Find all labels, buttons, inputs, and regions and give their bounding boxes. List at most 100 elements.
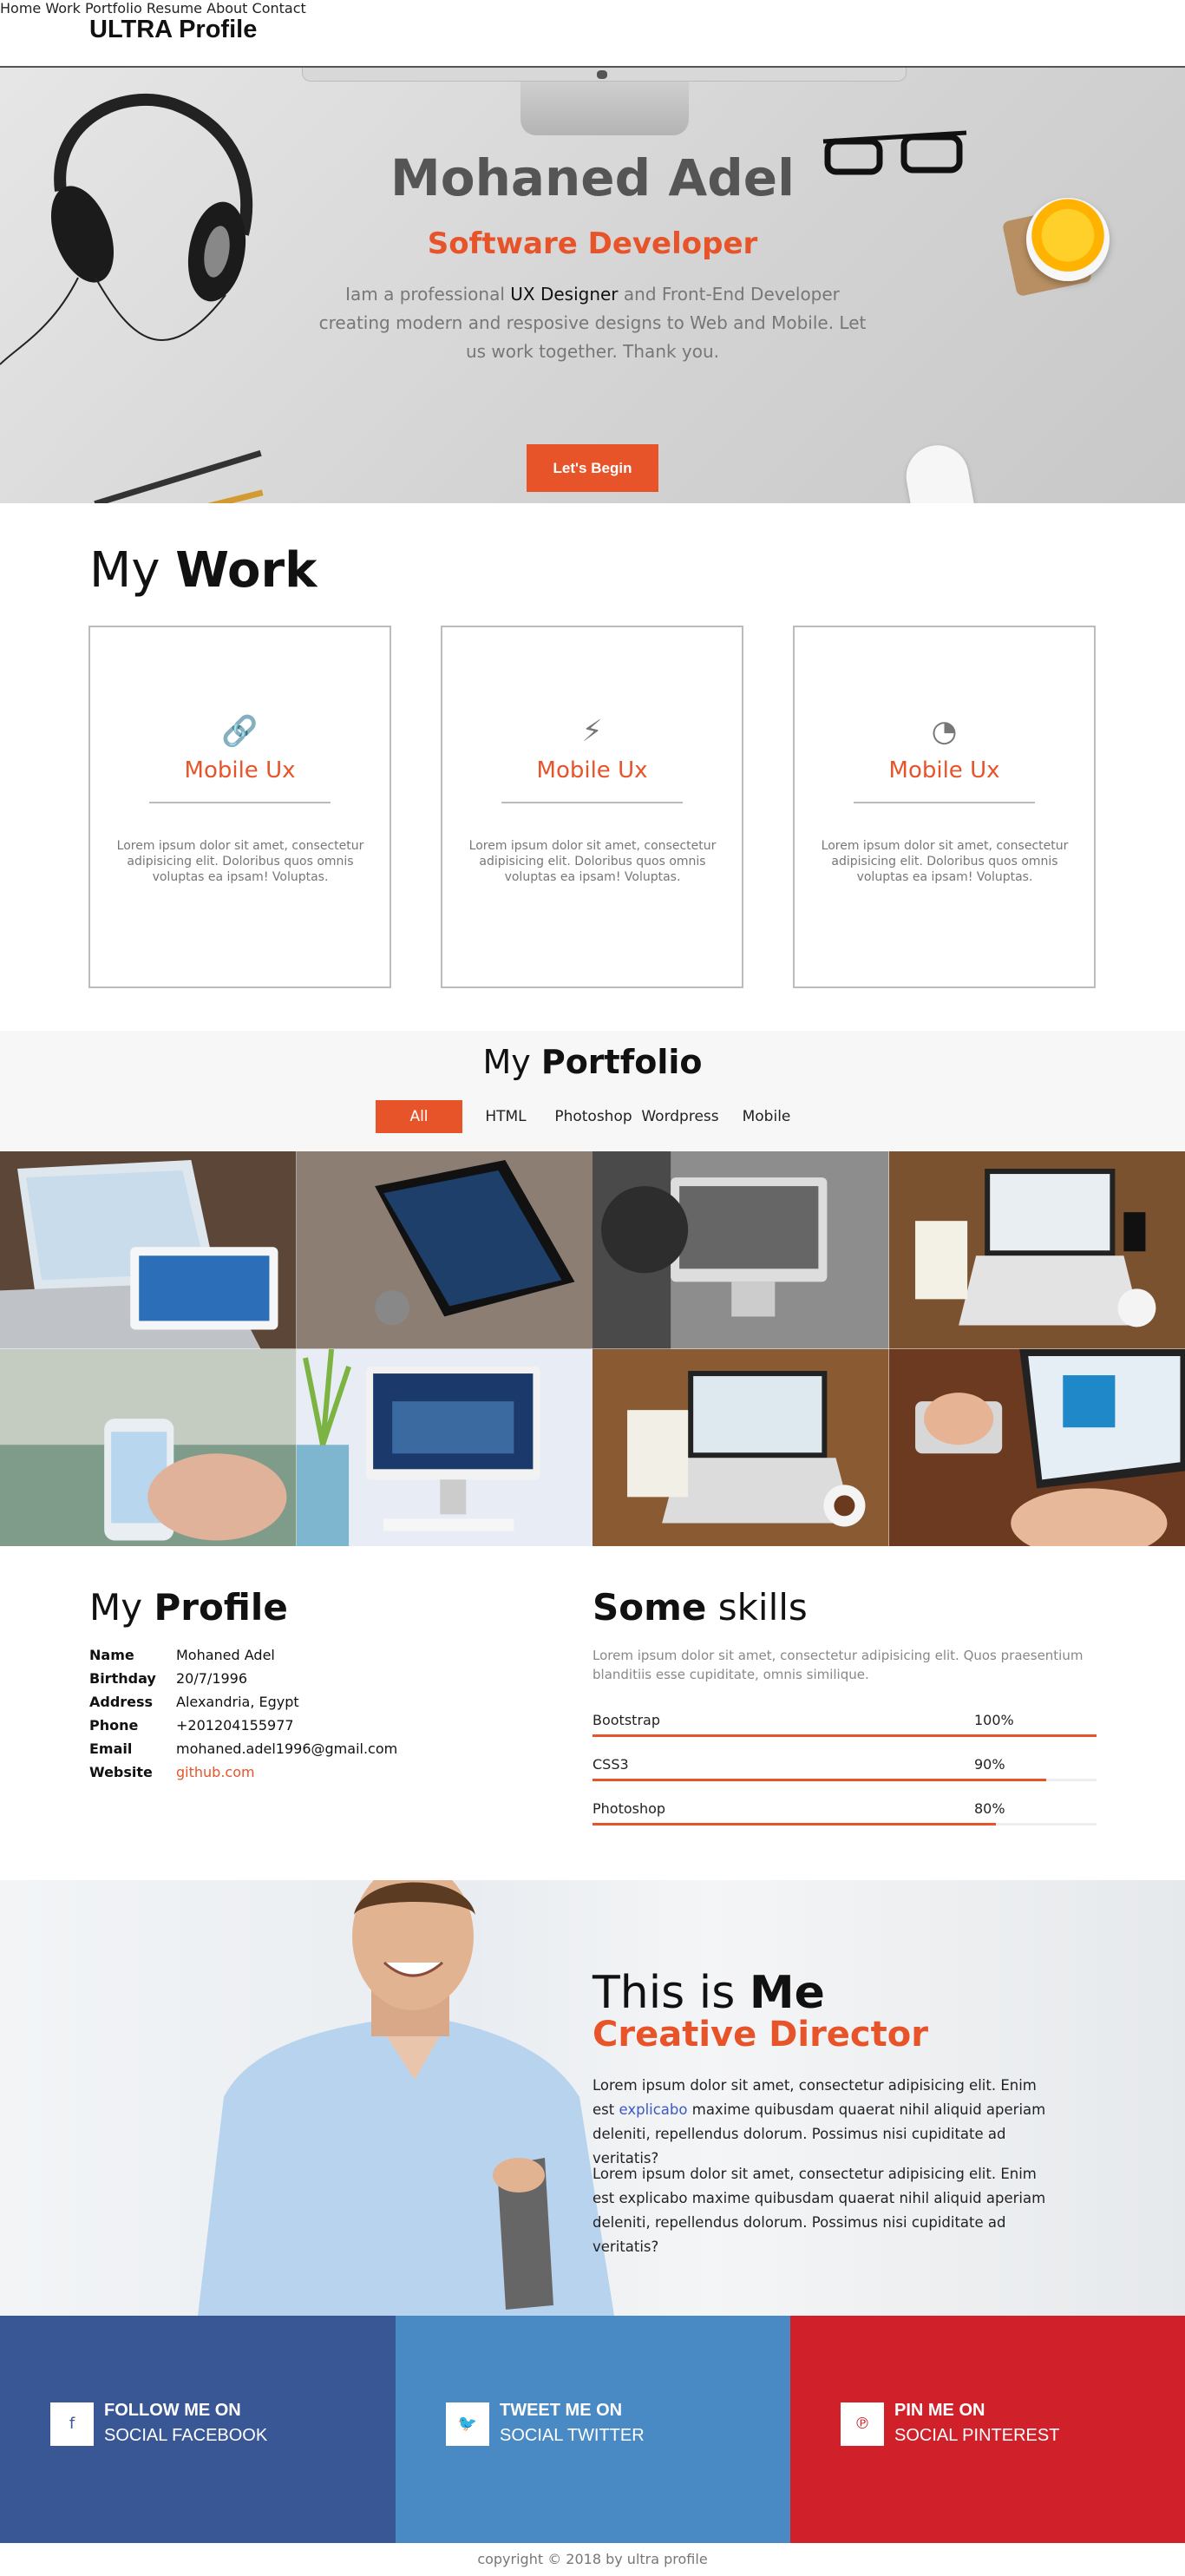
skill-css3: CSS3 90% [592, 1756, 1097, 1791]
work-card[interactable]: ⚡ Mobile Ux Lorem ipsum dolor sit amet, … [441, 626, 743, 988]
nav-item-home[interactable]: Home [0, 0, 41, 16]
about-paragraph: Lorem ipsum dolor sit amet, consectetur … [592, 2166, 1046, 2255]
bolt-icon: ⚡ [581, 714, 603, 749]
nav-item-contact[interactable]: Contact [252, 0, 306, 16]
nav-item-work[interactable]: Work [45, 0, 81, 16]
hero-section: Mohaned Adel Software Developer Iam a pr… [0, 68, 1185, 503]
pinterest-icon: ℗ [841, 2402, 884, 2446]
portfolio-item[interactable] [888, 1151, 1185, 1349]
portfolio-grid [0, 1151, 1185, 1546]
hero-text-highlight: UX Designer [510, 284, 619, 305]
work-card[interactable]: ◔ Mobile Ux Lorem ipsum dolor sit amet, … [793, 626, 1096, 988]
skill-percent: 100% [974, 1712, 1014, 1728]
social-twitter-block[interactable]: 🐦 TWEET ME ON SOCIAL TWITTER [396, 2316, 790, 2543]
work-card[interactable]: 🔗 Mobile Ux Lorem ipsum dolor sit amet, … [88, 626, 391, 988]
portfolio-item[interactable] [888, 1348, 1185, 1546]
work-card-divider [149, 802, 331, 803]
skill-percent: 80% [974, 1800, 1005, 1817]
portfolio-item[interactable] [592, 1348, 889, 1546]
title-light: My [89, 542, 176, 599]
social-line2: SOCIAL FACEBOOK [104, 2426, 268, 2445]
footer-copyright: copyright © 2018 by ultra profile [0, 2543, 1185, 2576]
filter-photoshop[interactable]: Photoshop [551, 1100, 636, 1133]
explicabo-link[interactable]: explicabo [619, 2101, 687, 2118]
about-section: This is Me Creative Director Lorem ipsum… [0, 1880, 1185, 2316]
title-bold: Profile [154, 1586, 288, 1629]
skill-bar-fill [592, 1779, 1046, 1781]
work-card-description: Lorem ipsum dolor sit amet, consectetur … [116, 839, 364, 884]
skill-name: Photoshop [592, 1800, 666, 1817]
title-light: skills [706, 1586, 808, 1629]
skill-photoshop: Photoshop 80% [592, 1800, 1097, 1835]
twitter-icon: 🐦 [446, 2402, 489, 2446]
profile-value: mohaned.adel1996@gmail.com [176, 1740, 398, 1757]
portfolio-title: My Portfolio [0, 1043, 1185, 1081]
skill-track [592, 1779, 1097, 1781]
link-icon: 🔗 [221, 714, 259, 749]
skill-track [592, 1823, 1097, 1825]
portfolio-item[interactable] [296, 1348, 592, 1546]
portfolio-item[interactable] [296, 1151, 592, 1349]
hero-text-part: Iam a professional [345, 284, 511, 305]
profile-value: Alexandria, Egypt [176, 1694, 299, 1710]
nav-item-about[interactable]: About [206, 0, 247, 16]
facebook-icon: f [50, 2402, 94, 2446]
filter-mobile[interactable]: Mobile [734, 1100, 799, 1133]
work-card-description: Lorem ipsum dolor sit amet, consectetur … [821, 839, 1069, 884]
profile-value: 20/7/1996 [176, 1670, 248, 1687]
nav-item-resume[interactable]: Resume [147, 0, 202, 16]
profile-key: Name [89, 1647, 134, 1663]
work-card-description: Lorem ipsum dolor sit amet, consectetur … [468, 839, 717, 884]
portfolio-item[interactable] [0, 1348, 297, 1546]
title-bold: Portfolio [540, 1043, 703, 1081]
profile-value: Mohaned Adel [176, 1647, 275, 1663]
hero-description: Iam a professional UX Designer and Front… [312, 280, 873, 366]
social-line2: SOCIAL TWITTER [500, 2426, 645, 2445]
brand-logo[interactable]: ULTRA Profile [89, 16, 257, 44]
filter-all[interactable]: All [376, 1100, 462, 1133]
nav-item-portfolio[interactable]: Portfolio [85, 0, 142, 16]
portfolio-header: My Portfolio All HTML Photoshop Wordpres… [0, 1031, 1185, 1151]
title-light: This is [592, 1967, 750, 2019]
work-card-title: Mobile Ux [536, 757, 648, 783]
profile-key: Website [89, 1764, 153, 1780]
skill-track [592, 1734, 1097, 1737]
mouse-decoration [900, 440, 980, 503]
website-link[interactable]: github.com [176, 1764, 255, 1780]
social-pinterest-block[interactable]: ℗ PIN ME ON SOCIAL PINTEREST [790, 2316, 1185, 2543]
profile-key: Address [89, 1694, 154, 1710]
profile-key: Birthday [89, 1670, 156, 1687]
skill-name: Bootstrap [592, 1712, 660, 1728]
lets-begin-button[interactable]: Let's Begin [527, 444, 658, 492]
social-line1: PIN ME ON [894, 2401, 985, 2420]
skills-title: Some skills [592, 1586, 808, 1629]
about-title: This is Me [592, 1967, 825, 2019]
profile-key: Phone [89, 1717, 139, 1734]
hero-role: Software Developer [427, 226, 758, 261]
profile-key: Email [89, 1740, 133, 1757]
filter-wordpress[interactable]: Wordpress [640, 1100, 720, 1133]
portfolio-item[interactable] [0, 1151, 297, 1349]
gauge-icon: ◔ [931, 714, 958, 749]
title-bold: Me [749, 1967, 825, 2019]
skill-name: CSS3 [592, 1756, 629, 1773]
social-line1: TWEET ME ON [500, 2401, 623, 2420]
skill-percent: 90% [974, 1756, 1005, 1773]
social-facebook-block[interactable]: f FOLLOW ME ON SOCIAL FACEBOOK [0, 2316, 396, 2543]
monitor-stand-decoration [520, 82, 689, 135]
profile-title: My Profile [89, 1586, 288, 1629]
title-bold: Work [175, 542, 318, 599]
skill-bar-fill [592, 1734, 1097, 1737]
apple-logo-icon [597, 70, 607, 79]
skill-bar-fill [592, 1823, 996, 1825]
skills-description: Lorem ipsum dolor sit amet, consectetur … [592, 1648, 1084, 1682]
work-section-title: My Work [89, 542, 317, 599]
work-card-divider [854, 802, 1035, 803]
social-line2: SOCIAL PINTEREST [894, 2426, 1060, 2445]
work-card-title: Mobile Ux [184, 757, 296, 783]
portfolio-item[interactable] [592, 1151, 889, 1349]
work-card-divider [501, 802, 683, 803]
title-light: My [89, 1586, 154, 1629]
social-line1: FOLLOW ME ON [104, 2401, 241, 2420]
filter-html[interactable]: HTML [475, 1100, 536, 1133]
